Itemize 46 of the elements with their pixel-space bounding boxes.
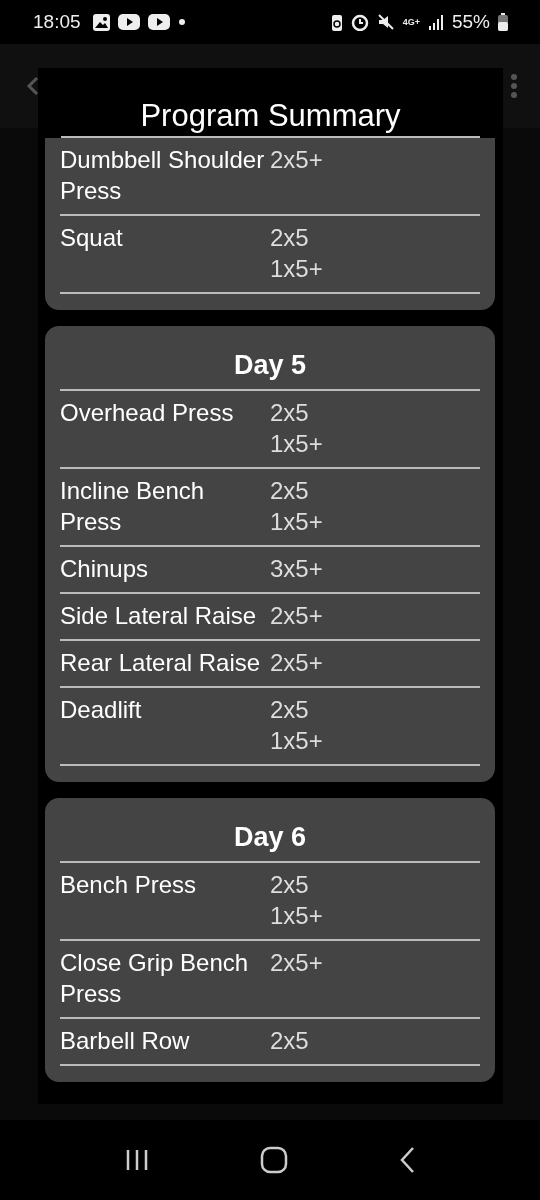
play-icon [117,14,140,30]
exercise-name: Overhead Press [60,398,235,428]
exercise-name: Squat [60,223,124,253]
exercise-name: Bench Press [60,870,198,900]
play-icon [147,14,170,30]
set-scheme: 1x5+ [270,507,323,537]
gallery-icon [92,13,110,31]
mute-icon [376,13,395,31]
back-icon[interactable] [398,1146,415,1174]
set-scheme: 1x5+ [270,429,323,459]
exercise-name: Dumbbell Shoulder Press [60,145,266,206]
exercise-name: Chinups [60,554,150,584]
battery-icon [498,13,508,31]
set-scheme: 3x5+ [270,554,323,584]
set-scheme: 2x5+ [270,145,323,175]
exercise-name: Barbell Row [60,1026,191,1056]
set-scheme: 1x5+ [270,254,323,284]
set-scheme: 2x5+ [270,648,323,678]
kebab-menu-icon [510,73,518,99]
set-scheme: 1x5+ [270,726,323,756]
set-scheme: 1x5+ [270,901,323,931]
set-scheme: 2x5 [270,695,310,725]
network-label: 4G+ [402,17,420,27]
set-scheme: 2x5 [270,398,310,428]
exercise-name: Close Grip Bench Press [60,948,250,1009]
battery-percent: 55% [451,11,490,33]
set-scheme: 2x5 [270,1026,309,1056]
set-scheme: 2x5+ [270,948,323,978]
signal-icon [427,14,444,30]
set-scheme: 2x5 [270,870,310,900]
battery-saver-icon [330,13,343,31]
status-time: 18:05 [33,11,81,33]
alarm-icon [350,13,369,31]
exercise-name: Rear Lateral Raise [60,648,262,678]
day-title: Day 6 [60,822,480,863]
exercise-name: Incline Bench Press [60,476,206,537]
dot-icon [177,18,186,26]
home-icon[interactable] [260,1146,288,1174]
set-scheme: 2x5 [270,223,310,253]
exercise-name: Side Lateral Raise [60,601,258,631]
back-icon [26,75,40,97]
exercise-name: Deadlift [60,695,143,725]
set-scheme: 2x5+ [270,601,323,631]
day-title: Day 5 [60,350,480,391]
set-scheme: 2x5 [270,476,310,506]
recent-apps-icon[interactable] [125,1148,150,1172]
